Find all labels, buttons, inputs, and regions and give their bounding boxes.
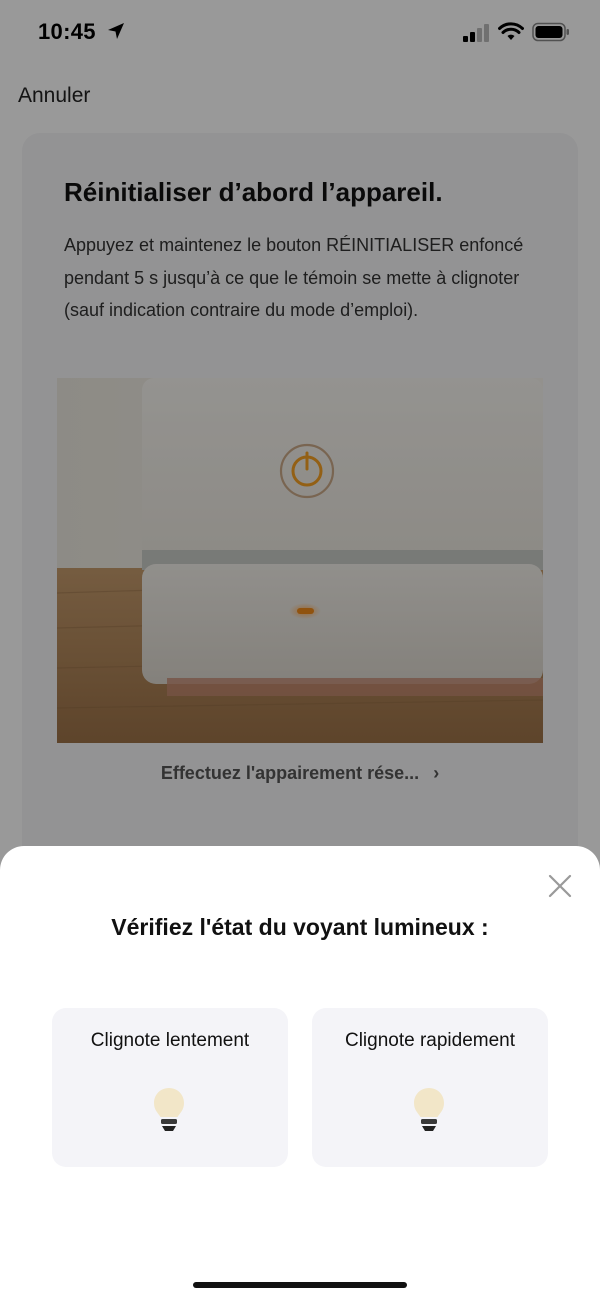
sheet-title: Vérifiez l'état du voyant lumineux : (111, 914, 489, 940)
light-bulb-icon (154, 1088, 184, 1131)
close-icon[interactable] (546, 872, 574, 900)
home-indicator[interactable] (193, 1282, 407, 1288)
blink-slowly-option[interactable]: Clignote lentement (52, 1008, 288, 1167)
blink-rapidly-option[interactable]: Clignote rapidement (312, 1008, 548, 1167)
indicator-status-sheet: Vérifiez l'état du voyant lumineux : Cli… (0, 846, 600, 1299)
light-bulb-icon (414, 1088, 444, 1131)
option-label: Clignote lentement (90, 1030, 250, 1051)
option-label: Clignote rapidement (344, 1030, 516, 1051)
